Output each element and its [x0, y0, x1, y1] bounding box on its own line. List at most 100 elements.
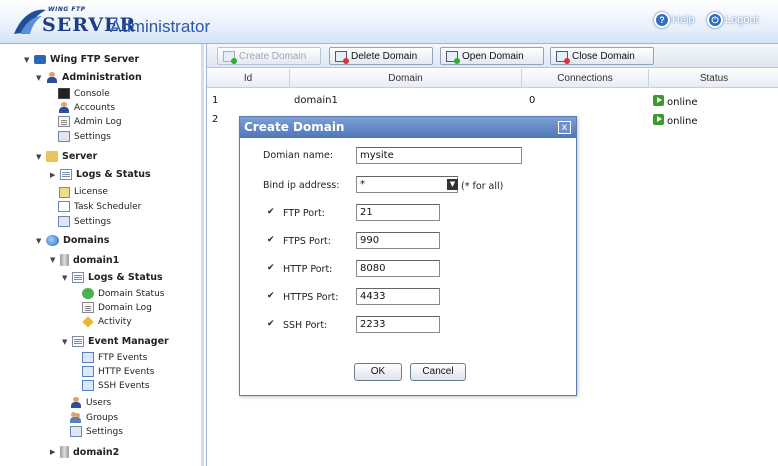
- expand-down-icon[interactable]: ▼: [62, 338, 70, 346]
- expand-down-icon[interactable]: ▼: [36, 237, 44, 245]
- tree-item-users[interactable]: Users: [70, 397, 111, 408]
- ftp-port-input[interactable]: 21: [356, 204, 440, 221]
- domain-name-label: Domian name:: [263, 150, 334, 161]
- expand-right-icon[interactable]: ▶: [50, 448, 58, 456]
- console-icon: [58, 88, 70, 99]
- delete-domain-button[interactable]: Delete Domain: [329, 47, 433, 65]
- ftp-port-checkbox[interactable]: ✔: [267, 207, 277, 217]
- expand-right-icon[interactable]: ▶: [50, 171, 58, 179]
- row-status: online: [653, 95, 698, 108]
- tree-item-domain-log[interactable]: Domain Log: [82, 302, 152, 313]
- ok-button[interactable]: OK: [354, 363, 402, 381]
- https-port-label: HTTPS Port:: [283, 292, 339, 303]
- open-domain-button[interactable]: Open Domain: [440, 47, 544, 65]
- tree-item-admin-log[interactable]: Admin Log: [58, 116, 122, 127]
- license-icon: [58, 186, 70, 198]
- tree-item-groups[interactable]: Groups: [70, 412, 118, 423]
- tree-item-http-events[interactable]: HTTP Events: [82, 366, 154, 377]
- tree-item-admin-settings[interactable]: Settings: [58, 131, 111, 142]
- log-icon: [58, 116, 70, 127]
- bind-ip-hint: (* for all): [461, 181, 504, 192]
- tree-item-domain2[interactable]: ▶ domain2: [50, 446, 119, 458]
- http-port-input[interactable]: 8080: [356, 260, 440, 277]
- tree-item-administration[interactable]: ▼ Administration: [36, 72, 142, 83]
- ftps-port-input[interactable]: 990: [356, 232, 440, 249]
- tree-item-domain-status[interactable]: Domain Status: [82, 288, 164, 299]
- tree-item-event-manager[interactable]: ▼ Event Manager: [62, 336, 169, 347]
- tree-item-activity[interactable]: Activity: [82, 316, 132, 328]
- logo-small-text: WING FTP: [48, 6, 86, 13]
- bind-ip-label: Bind ip address:: [263, 180, 340, 191]
- tree-item-accounts[interactable]: Accounts: [58, 102, 115, 113]
- close-domain-icon: [556, 50, 570, 64]
- tree-item-server-settings[interactable]: Settings: [58, 216, 111, 227]
- app-header: WING FTP SERVER Administrator ? Help ⏻ L…: [0, 0, 778, 44]
- close-domain-button[interactable]: Close Domain: [550, 47, 654, 65]
- help-button[interactable]: ? Help: [654, 12, 695, 28]
- domain-server-icon: [60, 446, 69, 458]
- event-manager-icon: [72, 336, 84, 347]
- activity-icon: [82, 316, 94, 328]
- create-domain-button[interactable]: Create Domain: [217, 47, 321, 65]
- row-id: 2: [212, 114, 219, 125]
- domain-name-input[interactable]: mysite: [356, 147, 522, 164]
- domain-toolbar: Create Domain Delete Domain Open Domain …: [207, 44, 778, 68]
- dialog-title[interactable]: Create Domain: [240, 117, 576, 138]
- expand-down-icon[interactable]: ▼: [36, 74, 44, 82]
- http-port-label: HTTP Port:: [283, 264, 333, 275]
- dialog-close-button[interactable]: x: [558, 121, 571, 134]
- tree-item-ftp-events[interactable]: FTP Events: [82, 352, 147, 363]
- tree-root[interactable]: ▼ Wing FTP Server: [24, 54, 139, 65]
- create-domain-dialog: Create Domain x Domian name: mysite Bind…: [239, 116, 577, 396]
- accounts-icon: [58, 102, 70, 113]
- online-icon: [653, 95, 664, 106]
- tree-item-task-scheduler[interactable]: Task Scheduler: [58, 201, 141, 212]
- settings-icon: [58, 131, 70, 142]
- settings-icon: [70, 426, 82, 437]
- bind-ip-select[interactable]: *: [356, 176, 458, 193]
- row-domain: domain1: [294, 95, 338, 106]
- power-icon: ⏻: [707, 12, 723, 28]
- expand-down-icon[interactable]: ▼: [36, 153, 44, 161]
- event-icon: [82, 352, 94, 363]
- chevron-down-icon[interactable]: ▼: [447, 179, 458, 190]
- expand-down-icon[interactable]: ▼: [24, 56, 32, 64]
- ssh-port-checkbox[interactable]: ✔: [267, 319, 277, 329]
- tree-item-server[interactable]: ▼ Server: [36, 151, 97, 162]
- create-domain-icon: [223, 50, 237, 64]
- tree-item-server-logs-status[interactable]: ▶ Logs & Status: [50, 169, 151, 180]
- cancel-button[interactable]: Cancel: [410, 363, 466, 381]
- ssh-port-input[interactable]: 2233: [356, 316, 440, 333]
- http-port-checkbox[interactable]: ✔: [267, 263, 277, 273]
- ssh-port-label: SSH Port:: [283, 320, 328, 331]
- tree-item-domain-logs-status[interactable]: ▼ Logs & Status: [62, 272, 163, 283]
- navigation-tree: ▼ Wing FTP Server ▼ Administration Conso…: [0, 44, 204, 466]
- column-header-status[interactable]: Status: [649, 69, 778, 88]
- admin-icon: [46, 72, 58, 83]
- tree-item-ssh-events[interactable]: SSH Events: [82, 380, 150, 391]
- tree-item-domain1[interactable]: ▼ domain1: [50, 254, 119, 266]
- event-icon: [82, 380, 94, 391]
- help-icon: ?: [654, 12, 670, 28]
- expand-down-icon[interactable]: ▼: [62, 274, 70, 282]
- https-port-checkbox[interactable]: ✔: [267, 291, 277, 301]
- delete-domain-icon: [335, 50, 349, 64]
- tree-item-console[interactable]: Console: [58, 88, 110, 99]
- ftps-port-label: FTPS Port:: [283, 236, 331, 247]
- https-port-input[interactable]: 4433: [356, 288, 440, 305]
- ftp-port-label: FTP Port:: [283, 208, 325, 219]
- tree-item-domain-settings[interactable]: Settings: [70, 426, 123, 437]
- users-icon: [70, 397, 82, 408]
- ftps-port-checkbox[interactable]: ✔: [267, 235, 277, 245]
- log-icon: [82, 302, 94, 313]
- settings-icon: [58, 216, 70, 227]
- expand-down-icon[interactable]: ▼: [50, 256, 58, 264]
- tree-item-domains[interactable]: ▼ Domains: [36, 235, 109, 246]
- column-header-id[interactable]: Id: [207, 69, 290, 88]
- domain-grid-header: Id Domain Connections Status: [207, 69, 778, 88]
- logout-button[interactable]: ⏻ Logout: [707, 12, 759, 28]
- column-header-connections[interactable]: Connections: [522, 69, 649, 88]
- groups-icon: [70, 412, 82, 423]
- column-header-domain[interactable]: Domain: [290, 69, 522, 88]
- tree-item-license[interactable]: License: [58, 186, 108, 198]
